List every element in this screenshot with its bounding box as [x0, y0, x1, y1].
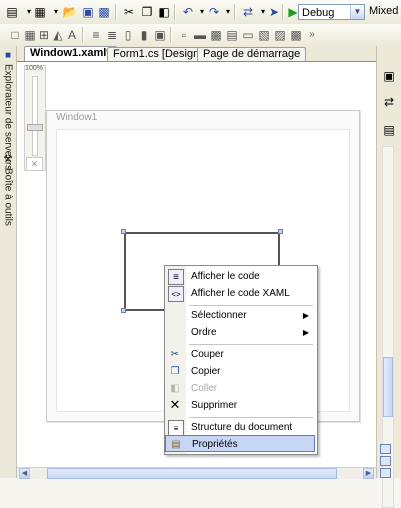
- toolbox-label: Boîte à outils: [2, 168, 14, 226]
- menu-item-document-outline[interactable]: ≡ Structure du document: [165, 419, 315, 436]
- server-explorer-icon: ■: [2, 50, 14, 61]
- size-both-icon[interactable]: ▣: [152, 27, 168, 43]
- align-icon[interactable]: □: [7, 27, 23, 43]
- tab-start-page[interactable]: Page de démarrage: [197, 47, 307, 61]
- horizontal-scroll-thumb[interactable]: [47, 468, 337, 479]
- split-view-icon[interactable]: [380, 444, 391, 454]
- new-project-icon[interactable]: ▤: [4, 4, 20, 20]
- class-view-icon[interactable]: ⇄: [381, 94, 397, 110]
- delete-icon: ✕: [169, 397, 181, 412]
- menu-item-select[interactable]: Sélectionner ▶: [165, 307, 315, 324]
- menu-item-order[interactable]: Ordre ▶: [165, 324, 315, 341]
- menu-item-cut[interactable]: ✂ Couper: [165, 346, 315, 363]
- platform-combo[interactable]: Mixed Pla: [369, 5, 401, 17]
- copy-icon[interactable]: ❐: [139, 4, 155, 20]
- submenu-arrow-icon: ▶: [302, 311, 309, 320]
- properties-window-icon[interactable]: ▤: [381, 122, 397, 138]
- menu-item-view-xaml[interactable]: <> Afficher le code XAML: [165, 285, 315, 302]
- context-menu: ≡ Afficher le code <> Afficher le code X…: [164, 265, 318, 455]
- open-folder-icon[interactable]: 📂: [62, 4, 78, 20]
- menu-item-view-code[interactable]: ≡ Afficher le code: [165, 268, 315, 285]
- tab-form1-design[interactable]: Form1.cs [Design]: [107, 47, 209, 61]
- forward-icon[interactable]: ➤: [266, 4, 282, 20]
- document-tab-bar: Window1.xaml* Form1.cs [Design] Page de …: [17, 46, 376, 61]
- toolbox-tab[interactable]: ⚒ Boîte à outils: [1, 154, 15, 226]
- spacing-icon[interactable]: ▫: [176, 27, 192, 43]
- scroll-right-icon[interactable]: ▶: [363, 468, 374, 479]
- submenu-arrow-icon: ▶: [302, 328, 309, 337]
- center-vertical-icon[interactable]: ▧: [256, 27, 272, 43]
- tab-window1-xaml[interactable]: Window1.xaml*: [24, 46, 117, 61]
- code-icon: ≡: [168, 269, 184, 285]
- add-item-icon[interactable]: ▦: [32, 4, 48, 20]
- center-horizontal-icon[interactable]: ▭: [240, 27, 256, 43]
- indent-icon[interactable]: ≡: [88, 27, 104, 43]
- bring-front-icon[interactable]: ▨: [272, 27, 288, 43]
- design-view-icon[interactable]: [380, 456, 391, 466]
- platform-value: Mixed Pla: [369, 5, 401, 17]
- menu-item-properties[interactable]: ▤ Propriétés: [165, 435, 315, 452]
- menu-item-paste[interactable]: ◧ Coller: [165, 380, 315, 397]
- text-format-icon[interactable]: A: [64, 27, 80, 43]
- size-width-icon[interactable]: ▯: [120, 27, 136, 43]
- cut-icon[interactable]: ✂: [121, 4, 137, 20]
- copy-icon: ❐: [170, 365, 180, 377]
- window-title: Window1: [56, 112, 98, 123]
- scroll-left-icon[interactable]: ◀: [19, 468, 30, 479]
- chevron-down-icon[interactable]: ▼: [350, 5, 364, 19]
- size-height-icon[interactable]: ▮: [136, 27, 152, 43]
- tab-label: Form1.cs [Design]: [113, 48, 203, 60]
- navigate-icon[interactable]: ⇄: [240, 4, 256, 20]
- tab-label: Page de démarrage: [203, 48, 301, 60]
- save-icon[interactable]: ▣: [80, 4, 96, 20]
- resize-handle[interactable]: [121, 229, 126, 234]
- menu-item-copy[interactable]: ❐ Copier: [165, 363, 315, 380]
- spacing-decrease-icon[interactable]: ▤: [224, 27, 240, 43]
- outdent-icon[interactable]: ≣: [104, 27, 120, 43]
- zoom-slider-thumb[interactable]: [27, 124, 43, 131]
- resize-handle[interactable]: [278, 229, 283, 234]
- resize-handle[interactable]: [121, 308, 126, 313]
- spacing-equal-icon[interactable]: ▬: [192, 27, 208, 43]
- properties-icon: ▤: [171, 438, 181, 450]
- configuration-value: Debug: [302, 7, 335, 19]
- scissors-icon: ✂: [170, 348, 180, 360]
- save-all-icon[interactable]: ▩: [96, 4, 112, 20]
- configuration-combo[interactable]: Debug ▼: [298, 4, 365, 20]
- right-tool-strip: ▣ ⇄ ▤: [376, 46, 401, 508]
- left-tool-strip: ■ Explorateur de serveurs ⚒ Boîte à outi…: [0, 46, 17, 478]
- zoom-slider-track[interactable]: [32, 76, 38, 156]
- layout-toolbar: □ ▦ ⊞ ◭ A ≡ ≣ ▯ ▮ ▣ ▫ ▬ ▩ ▤ ▭ ▧ ▨ ▩ »: [0, 24, 401, 47]
- spacing-increase-icon[interactable]: ▩: [208, 27, 224, 43]
- send-back-icon[interactable]: ▩: [288, 27, 304, 43]
- server-explorer-tab[interactable]: ■ Explorateur de serveurs: [1, 50, 15, 170]
- xaml-view-icon[interactable]: [380, 468, 391, 478]
- zoom-level: 100%: [25, 65, 43, 72]
- toolbox-icon: ⚒: [2, 154, 14, 165]
- solution-explorer-icon[interactable]: ▣: [381, 68, 397, 84]
- menu-item-delete[interactable]: ✕ Supprimer: [165, 397, 315, 414]
- paste-icon[interactable]: ◧: [156, 4, 172, 20]
- horizontal-scrollbar[interactable]: ◀ ▶: [17, 467, 376, 479]
- standard-toolbar: ▤ ▾ ▦ ▾ 📂 ▣ ▩ ✂ ❐ ◧ ↶ ▾ ↷ ▾ ⇄ ▾ ➤ ▶ Debu…: [0, 0, 401, 25]
- xaml-icon: <>: [168, 286, 184, 302]
- tab-label: Window1.xaml*: [30, 47, 111, 59]
- document-outline-icon: ≡: [168, 420, 184, 436]
- vertical-scroll-thumb[interactable]: [383, 357, 393, 417]
- paste-icon: ◧: [170, 382, 180, 394]
- zoom-fit-icon[interactable]: ✕: [26, 157, 43, 171]
- toolbar-overflow-icon[interactable]: »: [304, 27, 320, 43]
